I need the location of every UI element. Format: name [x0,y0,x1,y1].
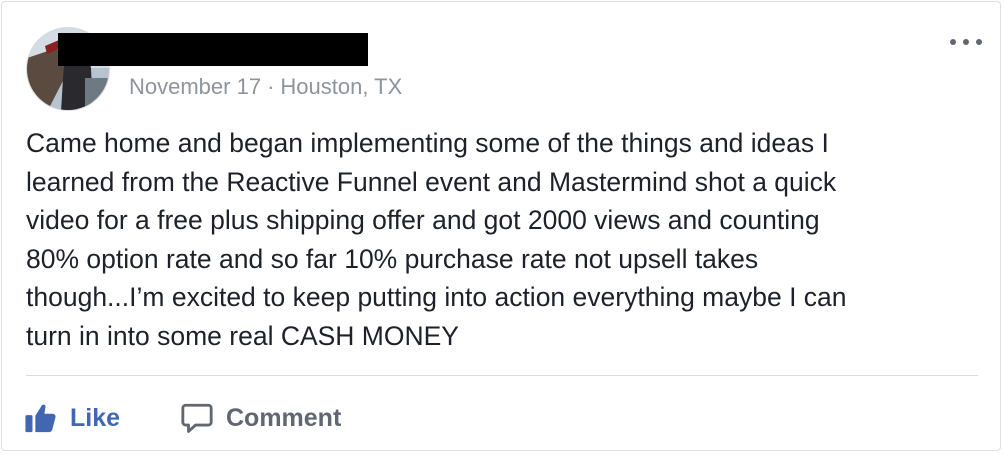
more-options-button[interactable] [950,32,982,52]
more-options-icon [950,39,956,45]
post-meta: November 17 · Houston, TX [129,74,402,100]
post-location[interactable]: Houston, TX [280,74,402,99]
speech-bubble-icon [180,401,214,435]
comment-label: Comment [226,403,342,432]
like-button[interactable]: Like [24,398,120,438]
more-options-icon-dot [963,39,969,45]
post-body-text: Came home and began implementing some of… [26,128,847,351]
post-date[interactable]: November 17 [129,74,261,99]
more-options-icon-dot [976,39,982,45]
comment-button[interactable]: Comment [180,398,341,438]
thumbs-up-icon [24,401,58,435]
author-name-redacted[interactable] [58,33,368,66]
meta-separator: · [267,74,275,99]
like-label: Like [70,403,121,432]
divider [26,375,978,376]
post-card: November 17 · Houston, TX Came home and be… [1,1,1001,451]
